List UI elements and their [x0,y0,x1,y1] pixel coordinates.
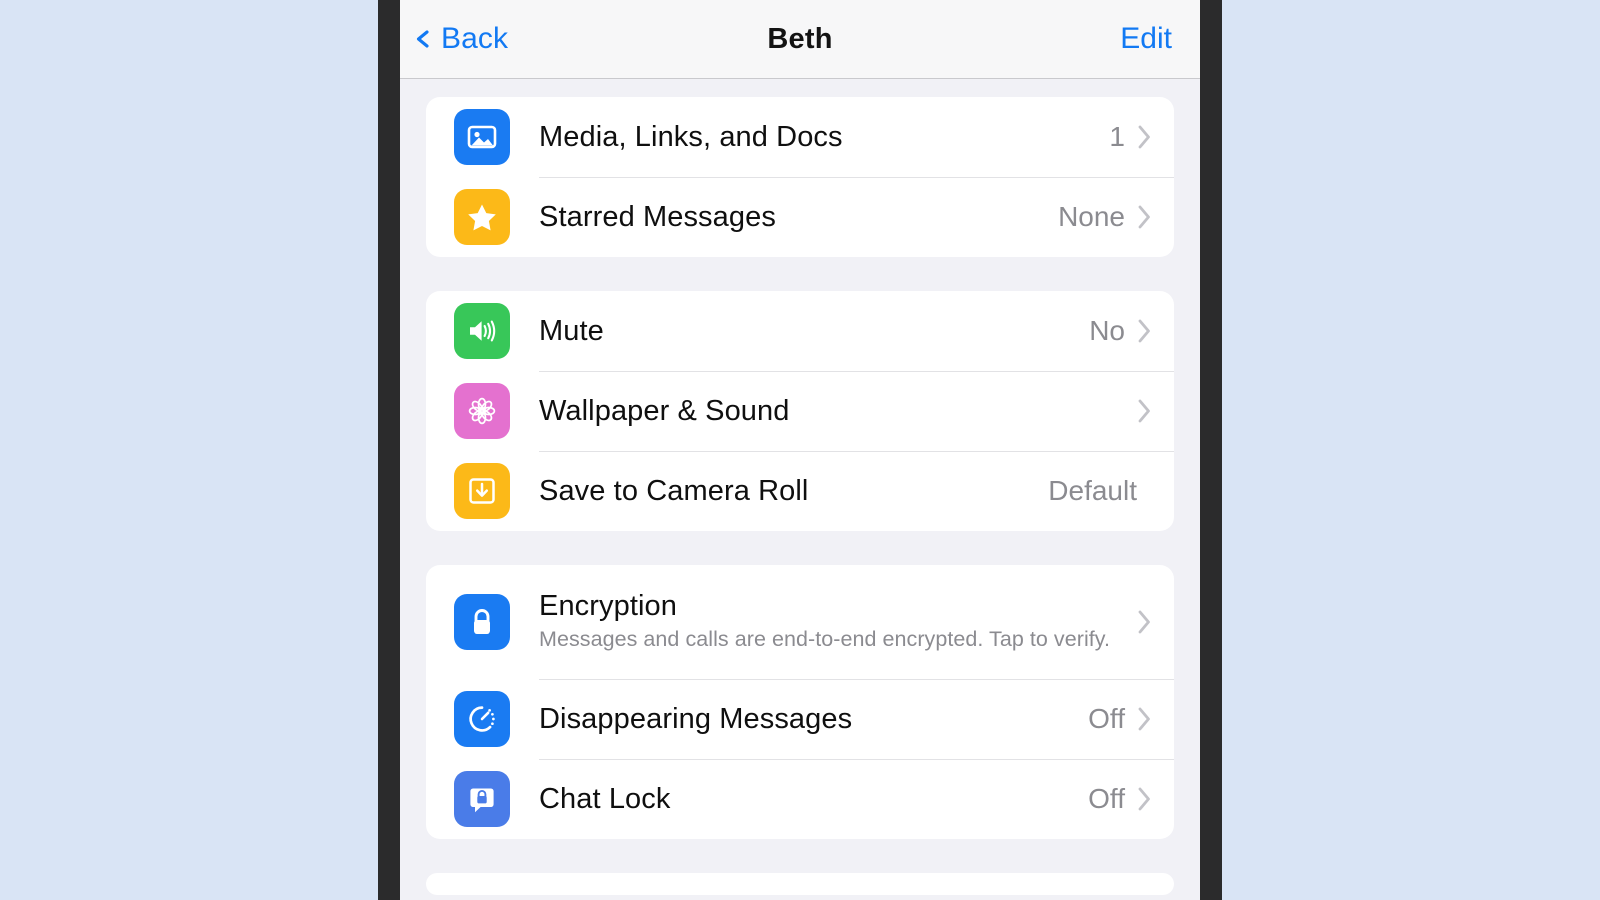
chevron-right-icon [1137,786,1152,812]
row-value: Off [1088,783,1125,814]
row-body: Media, Links, and Docs [539,121,1109,153]
row-value: 1 [1109,121,1125,152]
settings-group-partial [426,873,1174,895]
row-chat-lock[interactable]: Chat Lock Off [426,759,1174,839]
screenshot-canvas: Back Beth Edit Media, Links, and Docs 1 … [0,0,1600,900]
row-media-links-docs[interactable]: Media, Links, and Docs 1 [426,97,1174,177]
row-title: Starred Messages [539,200,776,233]
row-title: Disappearing Messages [539,702,853,735]
row-save-to-camera-roll[interactable]: Save to Camera Roll Default [426,451,1174,531]
row-title: Chat Lock [539,782,671,815]
navigation-bar: Back Beth Edit [400,0,1200,79]
row-value: No [1089,315,1125,346]
chevron-left-icon [414,30,432,48]
speaker-icon [454,303,510,359]
row-value: Default [1048,475,1137,506]
row-body: Mute [539,315,1089,347]
row-title: Save to Camera Roll [539,474,809,507]
star-icon [454,189,510,245]
page-title: Beth [767,22,833,55]
row-value: None [1058,201,1125,232]
lock-icon [454,594,510,650]
phone-screen: Back Beth Edit Media, Links, and Docs 1 … [400,0,1200,900]
settings-group: Encryption Messages and calls are end-to… [426,565,1174,839]
chevron-right-icon [1137,318,1152,344]
row-subtitle: Messages and calls are end-to-end encryp… [539,627,1111,652]
settings-group: Mute No Wallpaper & Sound Save to Camera… [426,291,1174,531]
row-starred-messages[interactable]: Starred Messages None [426,177,1174,257]
row-mute[interactable]: Mute No [426,291,1174,371]
row-title: Encryption [539,589,678,622]
row-body: Save to Camera Roll [539,475,1048,507]
chevron-right-icon [1137,204,1152,230]
row-body: Starred Messages [539,201,1058,233]
back-button[interactable]: Back [414,22,508,56]
timer-icon [454,691,510,747]
row-title: Mute [539,314,604,347]
row-title: Media, Links, and Docs [539,120,843,153]
chevron-right-icon [1137,609,1152,635]
row-body: Wallpaper & Sound [539,395,1137,427]
row-disappearing-messages[interactable]: Disappearing Messages Off [426,679,1174,759]
chevron-right-icon [1137,706,1152,732]
row-title: Wallpaper & Sound [539,394,790,427]
edit-button[interactable]: Edit [1120,22,1172,56]
rosette-icon [454,383,510,439]
back-button-label: Back [441,22,509,55]
chat-lock-icon [454,771,510,827]
row-body: Disappearing Messages [539,703,1088,735]
row-encryption[interactable]: Encryption Messages and calls are end-to… [426,565,1174,679]
phone-bezel-left [378,0,400,900]
settings-list: Media, Links, and Docs 1 Starred Message… [400,79,1200,895]
download-tray-icon [454,463,510,519]
row-wallpaper-and-sound[interactable]: Wallpaper & Sound [426,371,1174,451]
settings-group: Media, Links, and Docs 1 Starred Message… [426,97,1174,257]
phone-bezel-right [1200,0,1222,900]
photo-icon [454,109,510,165]
row-body: Encryption Messages and calls are end-to… [539,590,1137,654]
row-body: Chat Lock [539,783,1088,815]
row-value: Off [1088,703,1125,734]
chevron-right-icon [1137,398,1152,424]
chevron-right-icon [1137,124,1152,150]
